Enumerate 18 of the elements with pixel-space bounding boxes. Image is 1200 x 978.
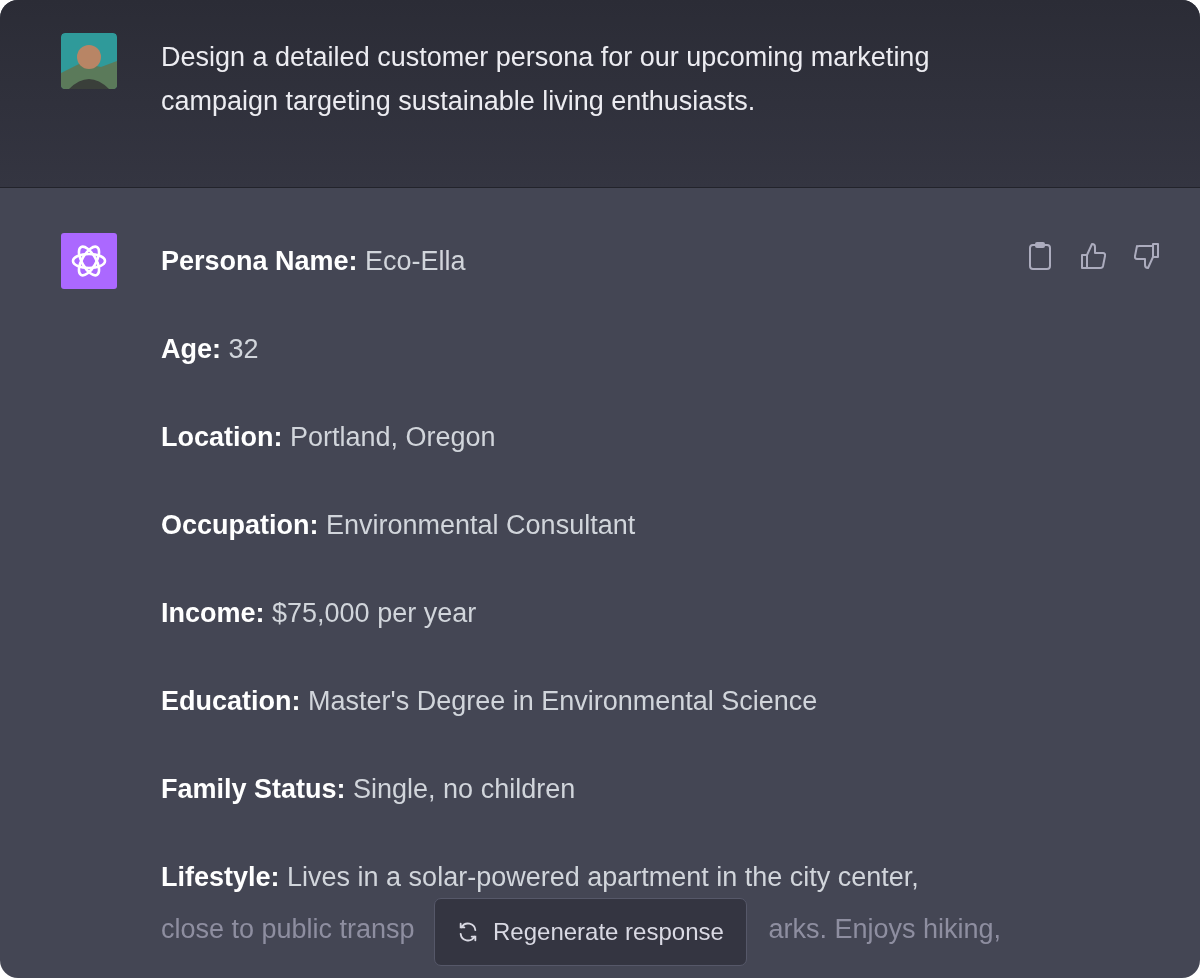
persona-detail: Lifestyle: Lives in a solar-powered apartment in the city center, bbox=[161, 861, 919, 894]
persona-detail: arks. Enjoys hiking, bbox=[768, 913, 1001, 946]
user-message: Design a detailed customer persona for our upcoming marketing campaign targeting sustainable living enthusiasts. bbox=[161, 41, 931, 118]
logo-icon bbox=[61, 233, 117, 289]
persona-detail: Education: Master's Degree in Environmental Science bbox=[161, 685, 818, 718]
persona-detail: Occupation: Environmental Consultant bbox=[161, 509, 636, 542]
clipboard-icon[interactable] bbox=[1028, 242, 1052, 270]
regenerate-button[interactable]: Regenerate response bbox=[434, 898, 747, 966]
persona-detail: Persona Name: Eco-Ella bbox=[161, 245, 466, 278]
persona-detail: close to public transp bbox=[161, 913, 415, 946]
persona-detail: Income: $75,000 per year bbox=[161, 597, 477, 630]
persona-detail: Location: Portland, Oregon bbox=[161, 421, 496, 454]
avatar-icon bbox=[61, 33, 117, 89]
refresh-icon bbox=[457, 921, 479, 943]
persona-detail: Age: 32 bbox=[161, 333, 259, 366]
thumbs-down-icon[interactable] bbox=[1134, 242, 1160, 270]
thumbs-up-icon[interactable] bbox=[1080, 242, 1106, 270]
persona-detail: Family Status: Single, no children bbox=[161, 773, 576, 806]
